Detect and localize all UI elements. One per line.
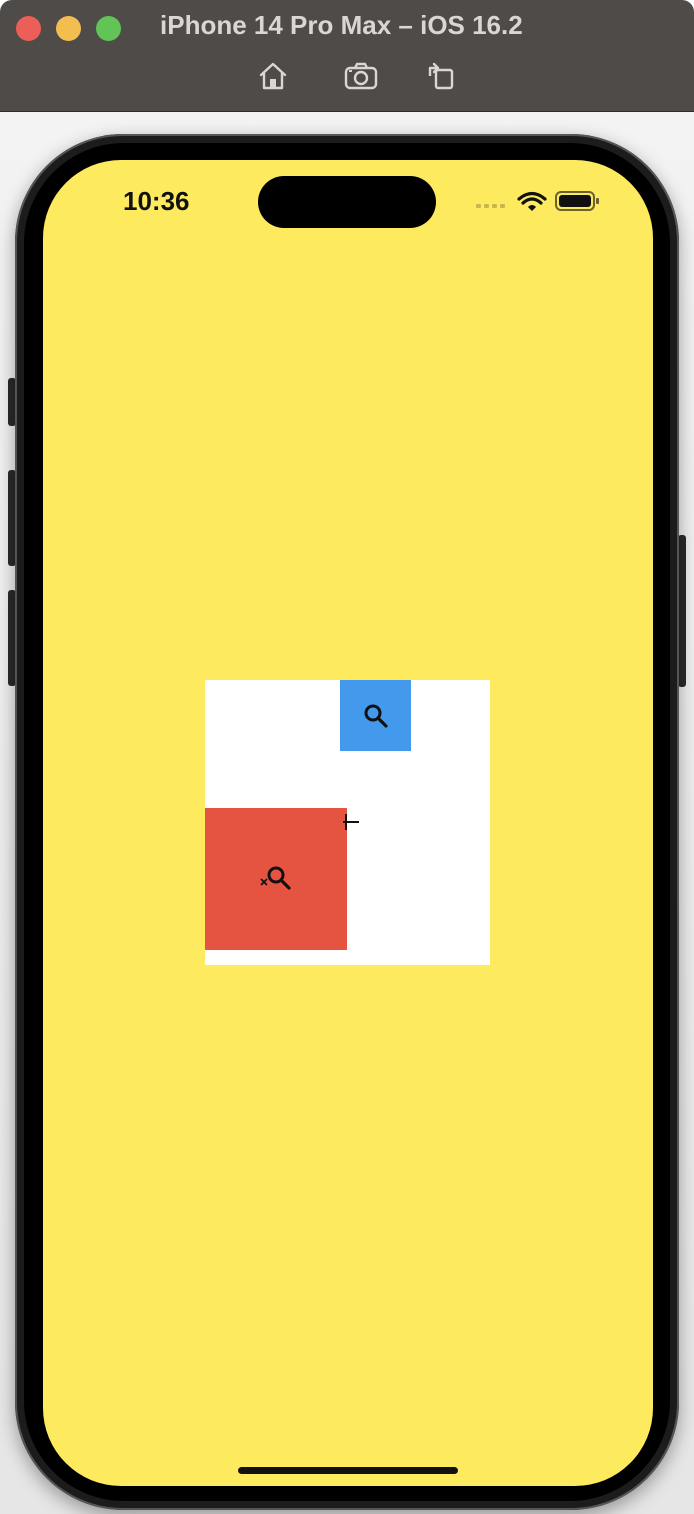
crosshair-icon	[343, 814, 359, 830]
zoom-out-icon	[260, 866, 291, 890]
cellular-dots-icon	[476, 204, 505, 208]
camera-icon	[344, 62, 378, 90]
rotate-icon	[428, 62, 454, 90]
status-icons	[476, 188, 606, 218]
wifi-icon	[517, 191, 547, 211]
zoom-in-box[interactable]	[340, 680, 411, 751]
minimize-window-button[interactable]	[56, 16, 81, 41]
maximize-window-button[interactable]	[96, 16, 121, 41]
gesture-stage[interactable]	[205, 680, 490, 965]
home-icon	[259, 62, 287, 90]
dynamic-island	[258, 176, 436, 228]
close-window-button[interactable]	[16, 16, 41, 41]
simulator-titlebar: iPhone 14 Pro Max – iOS 16.2	[0, 0, 694, 112]
rotate-button[interactable]	[422, 58, 458, 94]
device-screen: 10:36	[43, 160, 653, 1486]
status-time: 10:36	[123, 186, 190, 216]
power-button	[678, 535, 686, 687]
zoom-in-icon	[364, 704, 388, 728]
home-indicator[interactable]	[238, 1467, 458, 1474]
zoom-out-box[interactable]	[205, 808, 347, 950]
window-title: iPhone 14 Pro Max – iOS 16.2	[160, 10, 523, 40]
screenshot-button[interactable]	[343, 58, 379, 94]
home-button[interactable]	[255, 58, 291, 94]
battery-icon	[555, 191, 599, 211]
